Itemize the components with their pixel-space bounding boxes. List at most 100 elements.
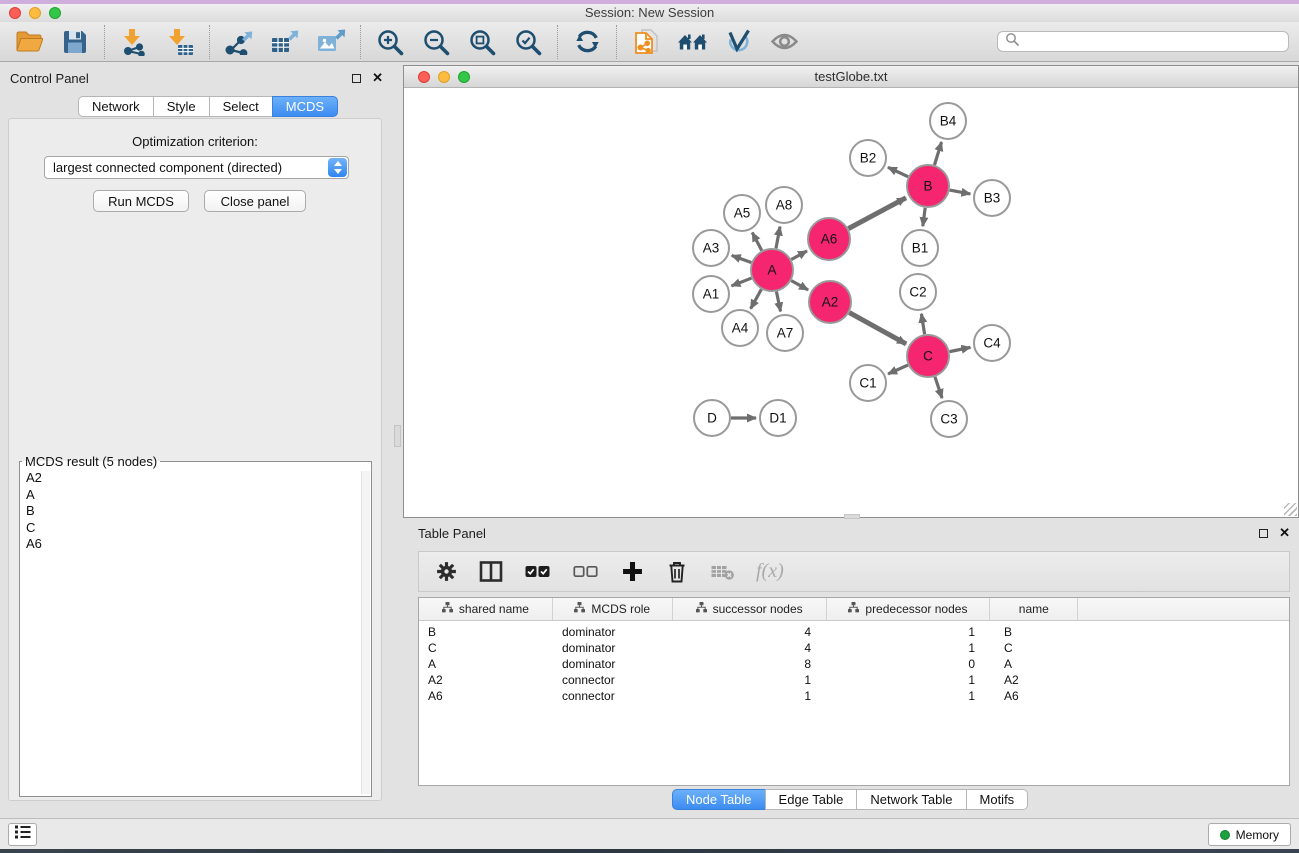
graph-node-A7[interactable]: A7 [767,315,803,351]
toolbar-group [209,25,360,59]
column-header-predecessor-nodes[interactable]: predecessor nodes [827,598,991,620]
table-row[interactable]: Bdominator41B [419,624,1289,640]
result-scrollbar[interactable] [361,471,370,794]
split-panel-icon[interactable] [479,559,503,585]
float-table-panel-icon[interactable] [1259,529,1268,538]
mcds-result-list: A2ABCA6 [20,469,371,553]
network-minimize-button[interactable] [438,71,450,83]
add-column-icon[interactable] [620,559,644,585]
export-image-icon[interactable] [315,26,347,58]
close-table-panel-icon[interactable]: ✕ [1279,528,1290,538]
graph-node-A8[interactable]: A8 [766,187,802,223]
graph-node-D[interactable]: D [694,400,730,436]
network-window-title: testGlobe.txt [404,66,1298,87]
column-header-MCDS-role[interactable]: MCDS role [553,598,673,620]
minimize-window-button[interactable] [29,7,41,19]
graph-node-D1[interactable]: D1 [760,400,796,436]
window-resize-grip[interactable] [1284,503,1297,516]
table-row[interactable]: A6connector11A6 [419,688,1289,704]
mcds-result-item[interactable]: C [26,520,371,537]
graph-node-B[interactable]: B [907,165,949,207]
graph-node-C4[interactable]: C4 [974,325,1010,361]
graph-node-B1[interactable]: B1 [902,230,938,266]
tab-style[interactable]: Style [153,96,210,117]
column-header-name[interactable]: name [990,598,1078,620]
graph-edge-C-C2 [921,314,924,335]
refresh-layout-icon[interactable] [571,26,603,58]
dropdown-stepper-icon [328,158,347,177]
search-box[interactable] [997,31,1289,52]
zoom-selected-icon[interactable] [512,26,544,58]
mcds-result-item[interactable]: A2 [26,470,371,487]
select-all-checkboxes-icon[interactable] [524,559,551,585]
graph-node-B4[interactable]: B4 [930,103,966,139]
mcds-result-item[interactable]: A6 [26,536,371,553]
zoom-in-icon[interactable] [374,26,406,58]
network-graph-canvas[interactable]: B4 B2 B B3 A8A5 A6 B1 A3 A C2 A1 A2 A4A7 C4 C C1 D D1 C3 [404,88,1298,517]
tab-mcds[interactable]: MCDS [272,96,338,117]
graph-node-B3[interactable]: B3 [974,180,1010,216]
tab-select[interactable]: Select [209,96,273,117]
import-network-icon[interactable] [118,26,150,58]
column-header-successor-nodes[interactable]: successor nodes [673,598,827,620]
mcds-result-item[interactable]: B [26,503,371,520]
tab-network-table[interactable]: Network Table [856,789,966,810]
tab-node-table[interactable]: Node Table [672,789,766,810]
tab-motifs[interactable]: Motifs [966,789,1029,810]
home-icon[interactable] [676,26,708,58]
table-row[interactable]: Adominator80A [419,656,1289,672]
table-body: Bdominator41BCdominator41CAdominator80AA… [419,621,1289,704]
zoom-out-icon[interactable] [420,26,452,58]
tab-edge-table[interactable]: Edge Table [765,789,858,810]
float-panel-icon[interactable] [352,74,361,83]
close-panel-button[interactable]: Close panel [204,190,306,212]
deselect-all-checkboxes-icon[interactable] [572,559,599,585]
mcds-result-item[interactable]: A [26,487,371,504]
run-mcds-button[interactable]: Run MCDS [93,190,189,212]
graph-node-A6[interactable]: A6 [808,218,850,260]
export-table-icon[interactable] [269,26,301,58]
delete-column-icon[interactable] [665,559,689,585]
close-panel-icon[interactable]: ✕ [372,73,383,83]
open-session-icon[interactable] [13,26,45,58]
zoom-window-button[interactable] [49,7,61,19]
save-session-icon[interactable] [59,26,91,58]
splitter-grip-vertical[interactable] [394,425,401,447]
graph-node-label: A6 [821,232,838,247]
new-session-from-network-icon[interactable] [630,26,662,58]
graph-node-A5[interactable]: A5 [724,195,760,231]
graph-node-A2[interactable]: A2 [809,281,851,323]
table-row[interactable]: A2connector11A2 [419,672,1289,688]
table-cell: 4 [673,641,827,655]
show-hide-eye-icon[interactable] [768,26,800,58]
zoom-fit-icon[interactable] [466,26,498,58]
desktop-background-strip [0,849,1299,853]
column-settings-gear-icon[interactable] [434,559,458,585]
close-window-button[interactable] [9,7,21,19]
task-history-button[interactable] [8,823,37,846]
optimization-criterion-select[interactable]: largest connected component (directed) [44,156,349,179]
splitter-grip-horizontal[interactable] [844,514,860,519]
graph-node-B2[interactable]: B2 [850,140,886,176]
graph-node-C2[interactable]: C2 [900,274,936,310]
export-network-icon[interactable] [223,26,255,58]
toggle-panel-visibility-icon[interactable] [722,26,754,58]
graph-node-label: B2 [860,151,877,166]
graph-node-C[interactable]: C [907,335,949,377]
table-row[interactable]: Cdominator41C [419,640,1289,656]
table-cell: A2 [419,673,553,687]
column-header-shared-name[interactable]: shared name [419,598,553,620]
memory-button[interactable]: Memory [1208,823,1291,846]
graph-node-A3[interactable]: A3 [693,230,729,266]
tab-network[interactable]: Network [78,96,154,117]
graph-node-C3[interactable]: C3 [931,401,967,437]
network-zoom-button[interactable] [458,71,470,83]
graph-node-A4[interactable]: A4 [722,310,758,346]
graph-node-A1[interactable]: A1 [693,276,729,312]
network-close-button[interactable] [418,71,430,83]
network-window-titlebar: testGlobe.txt [404,66,1298,88]
graph-node-label: C [923,349,933,364]
import-table-icon[interactable] [164,26,196,58]
graph-node-A[interactable]: A [751,249,793,291]
graph-node-C1[interactable]: C1 [850,365,886,401]
